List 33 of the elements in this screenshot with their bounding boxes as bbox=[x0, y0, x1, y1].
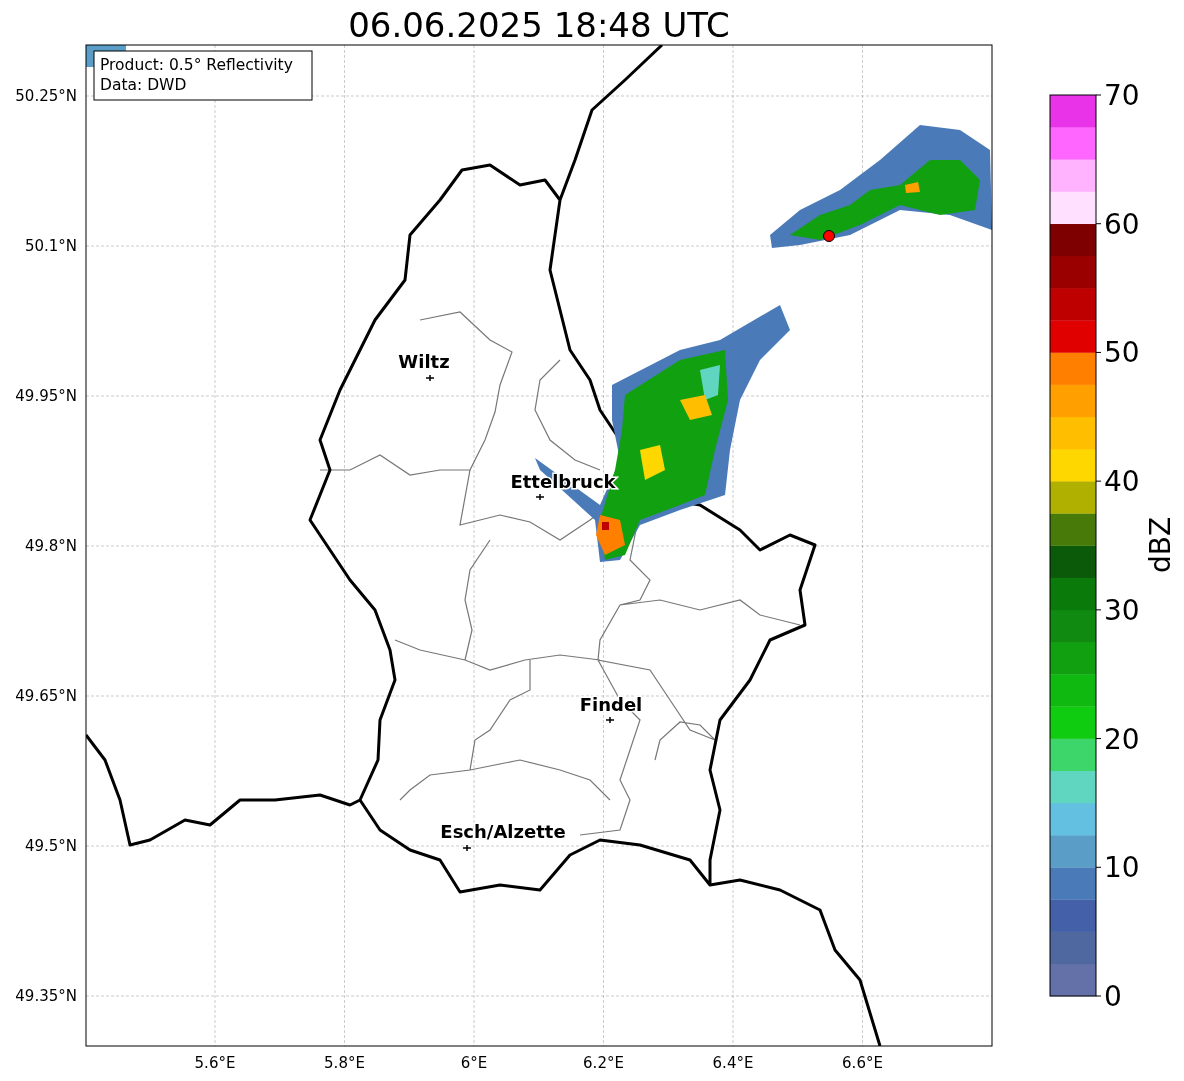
latitude-label: 49.65°N bbox=[15, 687, 77, 705]
info-text: Data: DWD bbox=[100, 76, 187, 94]
city-label: Esch/Alzette bbox=[440, 821, 566, 842]
city-marker-icon bbox=[605, 716, 615, 724]
colorbar-tick-label: 50 bbox=[1104, 336, 1140, 370]
longitude-label: 5.8°E bbox=[324, 1054, 365, 1072]
info-text: Product: 0.5° Reflectivity bbox=[100, 56, 293, 74]
latitude-label: 49.5°N bbox=[24, 837, 77, 855]
city-label: Wiltz bbox=[398, 351, 450, 372]
colorbar-tick-label: 40 bbox=[1104, 465, 1140, 499]
latitude-label: 50.25°N bbox=[15, 87, 77, 105]
city-marker-icon bbox=[425, 374, 435, 382]
colorbar-title: dBZ bbox=[1144, 516, 1177, 574]
latitude-label: 49.95°N bbox=[15, 387, 77, 405]
city-marker-icon bbox=[462, 844, 472, 852]
city-marker-icon bbox=[535, 493, 545, 501]
chart-title: 06.06.2025 18:48 UTC bbox=[348, 5, 730, 45]
longitude-label: 6.2°E bbox=[583, 1054, 624, 1072]
colorbar-tick-label: 60 bbox=[1104, 207, 1140, 241]
colorbar-tick-label: 30 bbox=[1104, 593, 1140, 627]
latitude-label: 49.8°N bbox=[24, 537, 77, 555]
longitude-label: 6.4°E bbox=[712, 1054, 754, 1072]
radar-site-icon bbox=[823, 230, 835, 242]
colorbar-tick-label: 10 bbox=[1104, 851, 1140, 885]
colorbar-tick-label: 20 bbox=[1104, 722, 1140, 756]
longitude-label: 6.6°E bbox=[842, 1054, 883, 1072]
latitude-label: 50.1°N bbox=[24, 237, 77, 255]
longitude-label: 5.6°E bbox=[194, 1054, 236, 1072]
city-label: Findel bbox=[579, 694, 643, 715]
colorbar-tick-label: 70 bbox=[1104, 79, 1140, 112]
colorbar-tick-label: 0 bbox=[1104, 980, 1122, 1013]
longitude-label: 6°E bbox=[460, 1054, 488, 1072]
latitude-label: 49.35°N bbox=[15, 987, 77, 1005]
